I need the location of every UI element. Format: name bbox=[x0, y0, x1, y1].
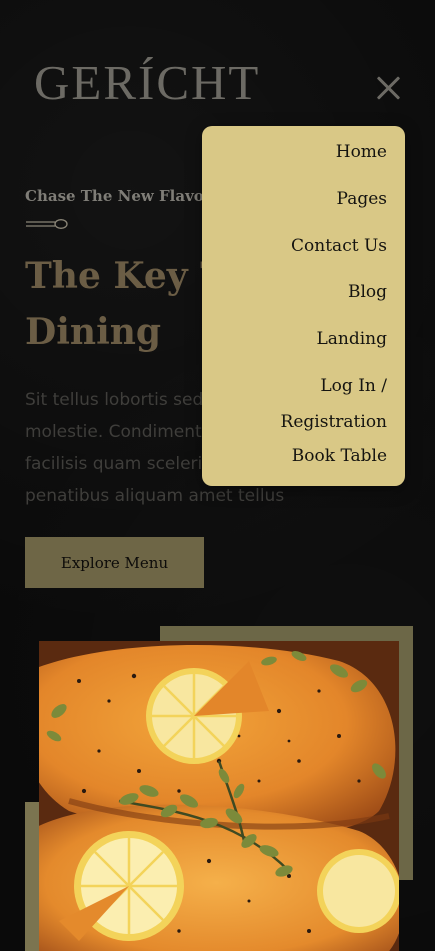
hero-subtitle: Chase The New Flavour bbox=[25, 187, 223, 205]
menu-item-blog[interactable]: Blog bbox=[348, 282, 387, 302]
menu-item-book-table[interactable]: Book Table bbox=[292, 446, 387, 466]
explore-menu-button[interactable]: Explore Menu bbox=[25, 537, 204, 588]
menu-item-pages[interactable]: Pages bbox=[337, 189, 387, 209]
menu-item-login-registration[interactable]: Log In / Registration bbox=[267, 368, 387, 440]
brand-logo[interactable]: GERÍCHT bbox=[34, 58, 260, 107]
menu-item-landing[interactable]: Landing bbox=[316, 329, 387, 349]
food-image bbox=[39, 641, 399, 951]
nav-dropdown-menu: Home Pages Contact Us Blog Landing Log I… bbox=[202, 126, 405, 486]
page: GERÍCHT Chase The New Flavour The Key To… bbox=[0, 0, 435, 951]
spoon-icon bbox=[26, 219, 68, 229]
menu-item-contact-us[interactable]: Contact Us bbox=[291, 236, 387, 256]
close-menu-button[interactable] bbox=[372, 72, 404, 104]
menu-item-home[interactable]: Home bbox=[336, 142, 387, 162]
